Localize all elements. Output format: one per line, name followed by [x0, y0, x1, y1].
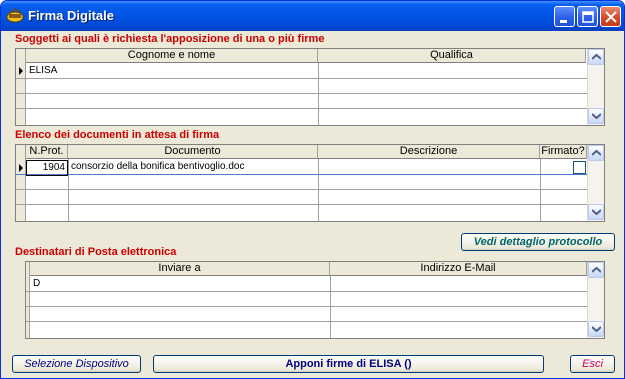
arrow-down-icon	[592, 209, 601, 215]
title-bar[interactable]: Firma Digitale	[1, 1, 624, 31]
column-header-qualifica[interactable]: Qualifica	[318, 49, 586, 63]
apponi-firme-button[interactable]: Apponi firme di ELISA ()	[153, 355, 544, 373]
recipients-scrollbar[interactable]	[587, 262, 604, 338]
minimize-button[interactable]	[554, 6, 575, 27]
signers-scrollbar[interactable]	[587, 49, 604, 125]
signer-name-cell[interactable]: ELISA	[29, 64, 317, 78]
row-divider	[26, 291, 587, 292]
column-divider	[318, 159, 319, 221]
window-title: Firma Digitale	[28, 8, 114, 23]
column-header-descrizione[interactable]: Descrizione	[318, 145, 540, 159]
firmato-checkbox[interactable]	[573, 161, 586, 174]
recipient-name-cell[interactable]: D	[33, 277, 329, 291]
column-divider	[318, 63, 319, 125]
documents-section-title: Elenco dei documenti in attesa di firma	[15, 129, 220, 141]
column-divider	[330, 276, 331, 338]
scroll-down-button[interactable]	[588, 108, 604, 124]
client-area: Soggetti ai quali è richiesta l'apposizi…	[5, 31, 620, 376]
arrow-up-icon	[592, 54, 601, 60]
row-divider	[16, 189, 587, 190]
document-nprot-cell[interactable]: 1904	[26, 160, 68, 176]
row-divider	[16, 93, 587, 94]
column-header-cognome[interactable]: Cognome e nome	[26, 49, 318, 63]
row-divider	[26, 306, 587, 307]
signers-grid[interactable]: Cognome e nome Qualifica ELISA	[15, 48, 605, 126]
column-header-nprot[interactable]: N.Prot.	[26, 145, 68, 159]
firma-digitale-window: Firma Digitale Soggetti ai quali è richi…	[0, 0, 625, 379]
arrow-up-icon	[592, 267, 601, 273]
scroll-up-button[interactable]	[588, 145, 604, 161]
column-header-inviare-a[interactable]: Inviare a	[30, 262, 330, 276]
recipients-section-title: Destinatari di Posta elettronica	[15, 246, 177, 258]
documents-scrollbar[interactable]	[587, 145, 604, 221]
column-header-indirizzo-email[interactable]: Indirizzo E-Mail	[330, 262, 587, 276]
maximize-icon	[582, 11, 594, 23]
row-divider	[26, 321, 587, 322]
maximize-button[interactable]	[577, 6, 598, 27]
current-row-pointer-icon	[19, 164, 23, 172]
row-selector-column	[16, 49, 26, 125]
row-divider	[16, 204, 587, 205]
document-name-cell[interactable]: consorzio della bonifica bentivoglio.doc	[71, 160, 317, 174]
row-divider	[16, 78, 587, 79]
selezione-dispositivo-button[interactable]: Selezione Dispositivo	[12, 355, 141, 373]
column-header-firmato[interactable]: Firmato?	[540, 145, 587, 159]
documents-grid[interactable]: N.Prot. Documento Descrizione Firmato? 1…	[15, 144, 605, 222]
vedi-dettaglio-protocollo-button[interactable]: Vedi dettaglio protocollo	[461, 233, 615, 251]
arrow-up-icon	[592, 150, 601, 156]
minimize-icon	[560, 20, 567, 23]
signers-section-title: Soggetti ai quali è richiesta l'apposizi…	[15, 33, 325, 45]
app-icon	[6, 8, 24, 23]
current-row-pointer-icon	[19, 67, 23, 75]
arrow-down-icon	[592, 113, 601, 119]
column-divider	[540, 159, 541, 221]
esci-button[interactable]: Esci	[570, 355, 615, 373]
scroll-up-button[interactable]	[588, 49, 604, 65]
arrow-down-icon	[592, 326, 601, 332]
row-divider	[16, 174, 587, 175]
column-header-documento[interactable]: Documento	[68, 145, 318, 159]
scroll-up-button[interactable]	[588, 262, 604, 278]
row-divider	[16, 108, 587, 109]
row-selector-column	[16, 145, 26, 221]
column-divider	[68, 159, 69, 221]
close-button[interactable]	[600, 6, 621, 27]
scroll-down-button[interactable]	[588, 321, 604, 337]
scroll-down-button[interactable]	[588, 204, 604, 220]
recipients-grid[interactable]: Inviare a Indirizzo E-Mail D	[25, 261, 605, 339]
close-icon	[605, 11, 617, 23]
